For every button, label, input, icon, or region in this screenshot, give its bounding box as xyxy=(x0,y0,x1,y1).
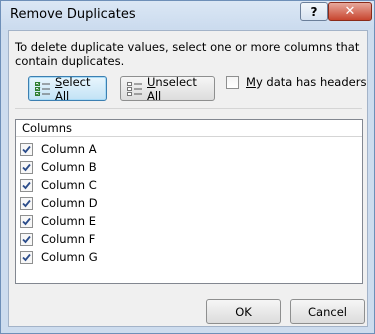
column-checkbox[interactable] xyxy=(20,196,33,210)
columns-list[interactable]: Columns Column A Column B Column C Colum… xyxy=(15,119,363,284)
columns-header: Columns xyxy=(16,120,362,137)
title-bar: Remove Duplicates ? ✕ xyxy=(1,1,374,29)
column-label: Column D xyxy=(41,196,98,210)
column-checkbox[interactable] xyxy=(20,250,33,264)
column-label: Column A xyxy=(41,142,97,156)
select-all-button[interactable]: Select All xyxy=(28,74,107,103)
column-checkbox[interactable] xyxy=(20,178,33,192)
column-label: Column B xyxy=(41,160,97,174)
divider xyxy=(15,108,362,109)
instructions-text: To delete duplicate values, select one o… xyxy=(15,40,360,68)
column-row[interactable]: Column B xyxy=(20,158,97,176)
cancel-button[interactable]: Cancel xyxy=(290,299,365,324)
column-row[interactable]: Column F xyxy=(20,230,95,248)
select-all-label: Select All xyxy=(55,74,91,103)
ok-label: OK xyxy=(235,304,252,319)
my-data-has-headers-label[interactable]: My data has headers xyxy=(246,75,366,89)
column-checkbox[interactable] xyxy=(20,214,33,228)
dialog-body: To delete duplicate values, select one o… xyxy=(8,30,368,327)
column-row[interactable]: Column G xyxy=(20,248,98,266)
column-label: Column G xyxy=(41,250,98,264)
help-button[interactable]: ? xyxy=(300,2,328,21)
column-row[interactable]: Column C xyxy=(20,176,97,194)
column-checkbox[interactable] xyxy=(20,160,33,174)
column-checkbox[interactable] xyxy=(20,142,33,156)
ok-button[interactable]: OK xyxy=(206,299,281,324)
close-button[interactable]: ✕ xyxy=(328,2,372,21)
column-checkbox[interactable] xyxy=(20,232,33,246)
close-icon: ✕ xyxy=(344,4,356,19)
column-row[interactable]: Column D xyxy=(20,194,98,212)
remove-duplicates-dialog: Remove Duplicates ? ✕ To delete duplicat… xyxy=(0,0,375,334)
unselect-all-button[interactable]: Unselect All xyxy=(120,74,215,103)
unselect-all-icon xyxy=(127,81,143,96)
my-data-has-headers-checkbox[interactable] xyxy=(226,76,239,89)
cancel-label: Cancel xyxy=(308,304,347,319)
column-row[interactable]: Column E xyxy=(20,212,96,230)
column-row[interactable]: Column A xyxy=(20,140,97,158)
column-label: Column C xyxy=(41,178,97,192)
select-all-icon xyxy=(35,81,51,96)
unselect-all-label: Unselect All xyxy=(147,74,197,103)
column-label: Column F xyxy=(41,232,96,246)
help-icon: ? xyxy=(310,4,318,19)
column-label: Column E xyxy=(41,214,96,228)
dialog-title: Remove Duplicates xyxy=(10,7,136,22)
